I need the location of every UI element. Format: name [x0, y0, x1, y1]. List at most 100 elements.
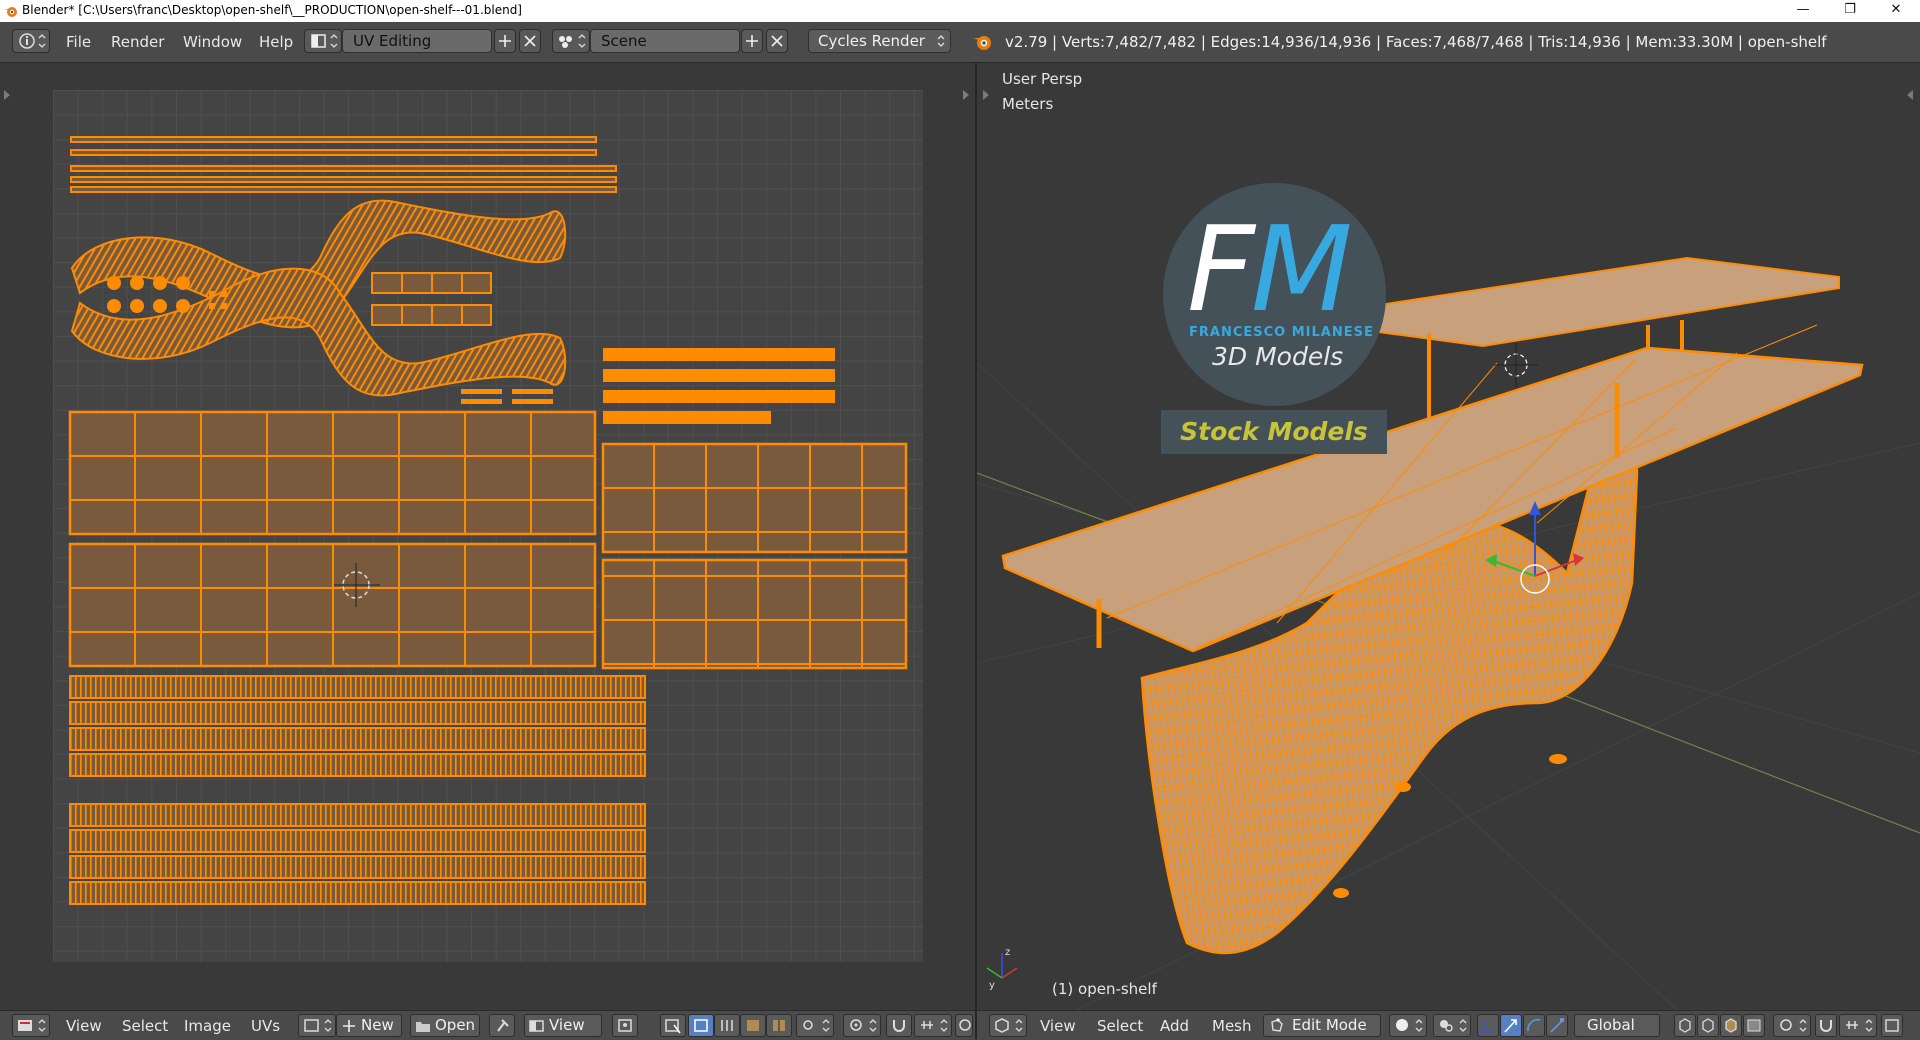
proportional-edit-select[interactable] [1773, 1014, 1811, 1037]
scene-icon [559, 34, 586, 48]
settings-icon [959, 1019, 971, 1031]
vertex-select-mode-button[interactable] [688, 1014, 714, 1037]
fm-logo-initials: FM [1187, 200, 1353, 338]
pivot-point-select[interactable] [1433, 1014, 1471, 1037]
uv-strip-islands[interactable] [70, 136, 617, 193]
minimize-button[interactable]: — [1780, 0, 1826, 22]
magnet-icon [1820, 1020, 1832, 1032]
render-icon [1885, 1019, 1899, 1032]
uv-menu-view[interactable]: View [66, 1017, 102, 1035]
occlude-geometry-button[interactable] [1743, 1014, 1765, 1037]
uv-grid-island-c[interactable] [601, 442, 908, 554]
close-window-button[interactable]: ✕ [1873, 0, 1919, 22]
snap-toggle-button[interactable] [886, 1014, 912, 1037]
pin-image-button[interactable] [489, 1014, 515, 1037]
screen-layout-selector[interactable] [304, 29, 342, 53]
folder-icon [416, 1022, 430, 1032]
uv-menu-image[interactable]: Image [184, 1017, 231, 1035]
uv-islands[interactable] [0, 63, 976, 1010]
pivot-icon [618, 1019, 632, 1032]
uv-grid-island-a[interactable] [68, 410, 597, 536]
restore-button[interactable]: ❐ [1827, 0, 1873, 22]
browse-image-button[interactable] [298, 1014, 336, 1037]
rotate-manipulator-button[interactable] [1523, 1014, 1545, 1037]
viewport-shading-select[interactable] [1389, 1014, 1427, 1037]
scene-selector[interactable] [552, 29, 590, 53]
manipulator-icon [1479, 1020, 1494, 1035]
transform-orientation-select[interactable]: Global [1574, 1014, 1660, 1037]
uv-small-grid-islands[interactable] [371, 272, 492, 326]
sticky-selection-select[interactable] [796, 1014, 834, 1037]
uv-editor-header: View Select Image UVs New Open View [0, 1010, 975, 1040]
scale-icon [1550, 1018, 1564, 1033]
info-header: File Render Window Help UV Editing Scene… [0, 22, 1920, 63]
proportional-edit-icon [850, 1019, 877, 1032]
open-image-button[interactable]: Open [410, 1014, 480, 1037]
scene-field[interactable]: Scene [590, 29, 740, 53]
render-engine-select[interactable]: Cycles Render [808, 29, 951, 53]
units-label: Meters [1002, 95, 1054, 113]
editor-type-image-button[interactable] [12, 1014, 50, 1037]
add-scene-button[interactable] [741, 29, 763, 53]
manipulator-toggle-button[interactable] [1477, 1014, 1499, 1037]
face-select-icon [747, 1020, 759, 1031]
3d-viewport[interactable]: z y User Persp Meters (1) open-shelf [977, 63, 1920, 1010]
uv-image-editor[interactable] [0, 63, 976, 1010]
editor-type-3dview-button[interactable] [989, 1014, 1027, 1037]
sync-selection-button[interactable] [660, 1014, 686, 1037]
solid-shading-icon [1396, 1019, 1423, 1032]
translate-manipulator-button[interactable] [1500, 1014, 1522, 1037]
edge-select-mode-button[interactable] [714, 1014, 740, 1037]
uv-menu-select[interactable]: Select [122, 1017, 168, 1035]
view-mode-icon [529, 1020, 544, 1032]
uv-grid-island-b[interactable] [68, 542, 597, 668]
face-select-mode-button[interactable] [740, 1014, 766, 1037]
mesh-select-icon-button[interactable] [955, 1014, 973, 1037]
island-select-mode-button[interactable] [766, 1014, 792, 1037]
face-select-mode-button[interactable] [1720, 1014, 1742, 1037]
proportional-edit-select[interactable] [843, 1014, 881, 1037]
active-object-label: (1) open-shelf [1052, 980, 1157, 998]
menu-file[interactable]: File [66, 33, 91, 51]
viewport-menu-view[interactable]: View [1040, 1017, 1076, 1035]
viewport-menu-add[interactable]: Add [1160, 1017, 1189, 1035]
view-name-label: User Persp [1002, 70, 1083, 88]
edge-select-icon [721, 1020, 733, 1031]
pivot-button[interactable] [612, 1014, 638, 1037]
editor-type-info-button[interactable] [12, 29, 50, 53]
face-select-icon [1725, 1018, 1737, 1033]
new-image-button[interactable]: New [336, 1014, 402, 1037]
interaction-mode-select[interactable]: Edit Mode [1263, 1014, 1381, 1037]
render-engine-label: Cycles Render [818, 32, 925, 50]
view-mode-select[interactable]: View [524, 1014, 602, 1037]
viewport-menu-select[interactable]: Select [1097, 1017, 1143, 1035]
screen-layout-field[interactable]: UV Editing [342, 29, 492, 53]
3d-view-icon [995, 1018, 1023, 1033]
menu-window[interactable]: Window [183, 33, 242, 51]
delete-screen-button[interactable] [519, 29, 541, 53]
svg-text:z: z [1005, 947, 1010, 958]
scale-manipulator-button[interactable] [1546, 1014, 1568, 1037]
viewport-scene[interactable]: z y [977, 63, 1920, 1010]
render-preview-button[interactable] [1881, 1014, 1903, 1037]
plus-icon [746, 35, 758, 47]
updown-arrows-icon [937, 35, 945, 47]
snap-toggle-button[interactable] [1815, 1014, 1837, 1037]
island-select-icon [773, 1020, 785, 1031]
snap-element-select[interactable] [914, 1014, 952, 1037]
snap-element-select[interactable] [1839, 1014, 1877, 1037]
uv-grid-island-d[interactable] [601, 558, 908, 670]
fm-logo-tagline: 3D Models [1212, 342, 1344, 371]
delete-scene-button[interactable] [766, 29, 788, 53]
edge-select-mode-button[interactable] [1697, 1014, 1719, 1037]
add-screen-button[interactable] [494, 29, 516, 53]
shelf-top-board[interactable] [1326, 256, 1840, 348]
viewport-menu-mesh[interactable]: Mesh [1212, 1017, 1252, 1035]
uv-hatched-islands[interactable] [69, 675, 646, 905]
vertex-select-mode-button[interactable] [1674, 1014, 1696, 1037]
layout-icon [311, 34, 338, 48]
menu-help[interactable]: Help [259, 33, 293, 51]
interaction-mode-label: Edit Mode [1292, 1016, 1367, 1034]
uv-menu-uvs[interactable]: UVs [251, 1017, 280, 1035]
menu-render[interactable]: Render [111, 33, 164, 51]
